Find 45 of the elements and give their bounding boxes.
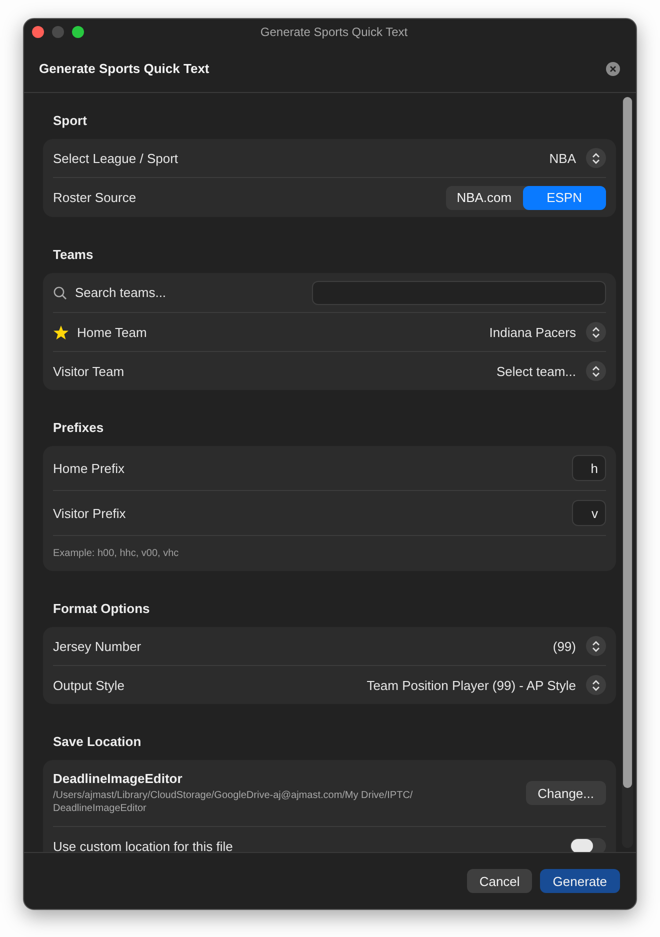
row-label: Visitor Team (53, 364, 124, 378)
row-label: Select League / Sport (53, 150, 178, 166)
folder-path: /Users/ajmast/Library/CloudStorage/GoogleDrive-aj@ajmast.com/My Drive/IPTC/ DeadlineImageEditor (53, 789, 414, 815)
chevron-updown-icon (592, 680, 600, 690)
search-label: Search teams... (75, 285, 166, 300)
folder-name: DeadlineImageEditor (53, 771, 184, 786)
example-note: Example: h00, hhc, v00, vhc (53, 548, 179, 559)
chevron-updown-icon (592, 152, 600, 164)
popup-button[interactable]: (99) (552, 636, 606, 656)
scrollbar[interactable] (622, 97, 633, 848)
row-label: Roster Source (53, 190, 136, 205)
search-field[interactable] (312, 280, 606, 304)
zoom-window-button[interactable] (72, 26, 84, 38)
row-label: Output Style (53, 678, 125, 692)
toggle-switch[interactable] (570, 838, 606, 852)
section-heading: Teams (52, 246, 94, 264)
row-label: Jersey Number (53, 638, 142, 654)
section-heading: Format Options (52, 600, 151, 618)
prefix-field[interactable]: v (572, 500, 606, 526)
row-label: Home Team (77, 324, 147, 340)
generate-button[interactable]: Generate (540, 869, 620, 893)
row-label: Visitor Prefix (53, 506, 126, 520)
close-button[interactable] (606, 62, 620, 76)
chevron-updown-icon (592, 640, 600, 652)
prefix-field[interactable]: h (572, 455, 606, 481)
chevron-updown-icon (592, 366, 600, 376)
popup-button[interactable]: Indiana Pacers (489, 322, 606, 342)
cancel-button[interactable]: Cancel (467, 869, 532, 893)
dialog-title: Generate Sports Quick Text (39, 61, 210, 76)
close-icon (610, 66, 616, 72)
segment-button[interactable]: NBA.com (446, 186, 523, 210)
section-heading: Prefixes (52, 419, 105, 437)
change-button[interactable]: Change... (526, 781, 606, 805)
section-heading: Sport (52, 112, 88, 130)
row-label: Use custom location for this file (53, 838, 233, 852)
row-label: Home Prefix (53, 460, 125, 476)
popup-button[interactable]: Team Position Player (99) - AP Style (366, 675, 606, 695)
popup-button[interactable]: Select team... (496, 361, 606, 381)
chevron-updown-icon (592, 326, 600, 338)
search-icon (53, 286, 67, 300)
section-heading: Save Location (52, 733, 142, 751)
popup-button[interactable]: NBA (549, 148, 606, 168)
window-title: Generate Sports Quick Text (259, 25, 409, 39)
segment-button[interactable]: ESPN (522, 186, 606, 210)
close-window-button[interactable] (32, 26, 44, 38)
